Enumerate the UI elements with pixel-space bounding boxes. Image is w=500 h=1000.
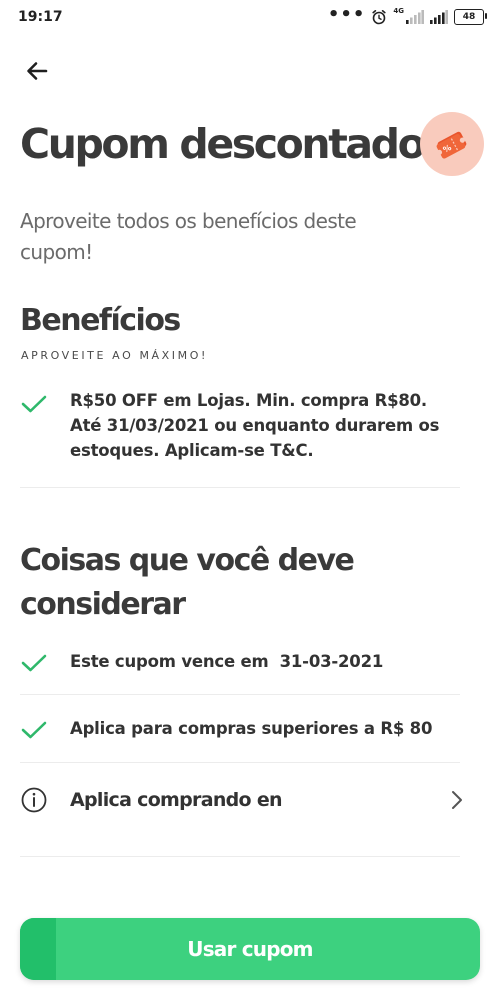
signal-icon-1	[406, 10, 424, 24]
network-type-label: 4G	[393, 7, 404, 15]
benefit-item: R$50 OFF em Lojas. Min. compra R$80. Até…	[20, 388, 460, 463]
button-shade	[20, 918, 56, 980]
check-icon	[21, 395, 47, 413]
use-coupon-button[interactable]: Usar cupom	[20, 918, 480, 980]
use-coupon-label: Usar cupom	[187, 937, 313, 961]
applies-when-buying-link[interactable]: Aplica comprando en	[20, 780, 465, 820]
alarm-icon	[372, 10, 386, 25]
consideration-text: Este cupom vence em 31-03-2021	[70, 652, 384, 671]
divider	[20, 762, 460, 763]
consideration-item-minimum: Aplica para compras superiores a R$ 80	[20, 716, 460, 741]
back-arrow-icon[interactable]	[22, 56, 52, 86]
more-dots-icon: •••	[327, 4, 366, 25]
check-icon	[21, 654, 47, 672]
divider	[20, 694, 460, 695]
battery-level: 48	[462, 12, 476, 22]
benefits-title: Benefícios	[20, 303, 181, 338]
benefit-text: R$50 OFF em Lojas. Min. compra R$80. Até…	[70, 391, 440, 460]
signal-icon-2	[430, 10, 448, 24]
consideration-text: Aplica para compras superiores a R$ 80	[70, 719, 433, 738]
consideration-item-expiry: Este cupom vence em 31-03-2021	[20, 649, 460, 674]
status-bar: 19:17 ••• 4G 48	[0, 0, 500, 34]
divider	[20, 487, 460, 488]
page-subtitle: Aproveite todos os benefícios deste cupo…	[20, 209, 357, 264]
considerations-title: Coisas que você deve considerar	[20, 543, 355, 622]
status-icons: ••• 4G 48	[327, 4, 487, 25]
divider	[20, 856, 460, 857]
applies-when-buying-label: Aplica comprando en	[70, 789, 283, 811]
page-title: Cupom descontado!	[20, 120, 442, 168]
coupon-ticket-icon: %	[436, 131, 467, 159]
benefits-eyebrow: APROVEITE AO MÁXIMO!	[21, 349, 208, 362]
coupon-avatar: %	[420, 112, 484, 176]
battery-icon: 48	[454, 9, 487, 25]
check-icon	[21, 721, 47, 739]
chevron-right-icon	[452, 791, 462, 809]
status-time: 19:17	[18, 9, 63, 25]
info-icon	[21, 787, 47, 813]
